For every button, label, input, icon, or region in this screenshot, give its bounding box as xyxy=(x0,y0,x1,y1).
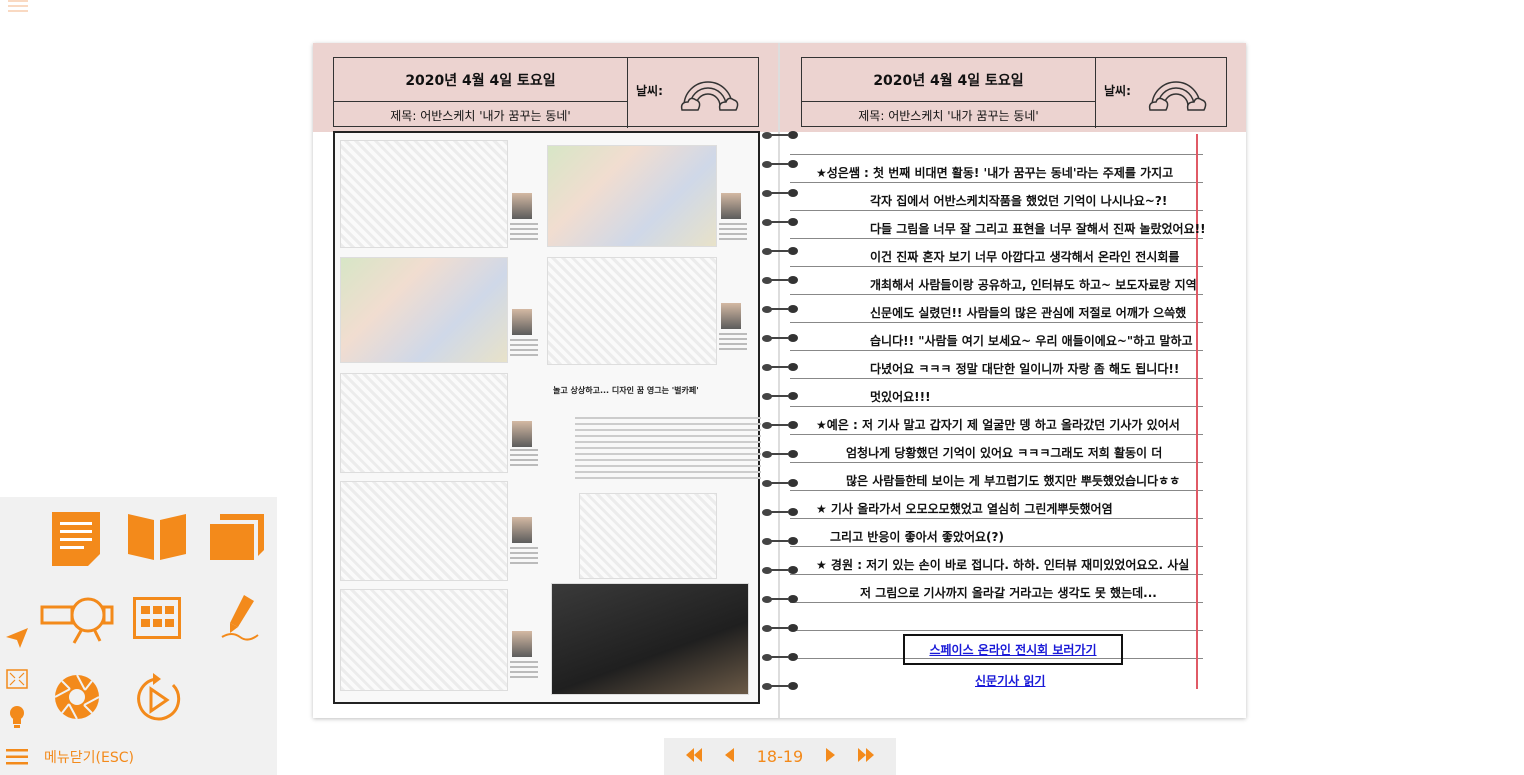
avatar xyxy=(512,421,532,447)
first-page-button[interactable] xyxy=(685,748,702,765)
text-line: 이건 진짜 혼자 보기 너무 아깝다고 생각해서 온라인 전시회를 xyxy=(870,250,1180,264)
exhibition-link[interactable]: 스페이스 온라인 전시회 보러가기 xyxy=(929,641,1096,658)
menu-icon xyxy=(6,749,28,765)
rainbow-cloud-icon xyxy=(680,81,739,111)
article-link[interactable]: 신문기사 읽기 xyxy=(975,672,1045,689)
avatar xyxy=(512,193,532,219)
avatar xyxy=(721,303,741,329)
double-chevron-right-icon xyxy=(858,748,875,762)
left-weather-label: 날씨: xyxy=(636,84,663,98)
left-title: 제목: 어반스케치 '내가 꿈꾸는 동네' xyxy=(334,102,628,128)
caret-right-icon xyxy=(826,748,836,762)
text-line: 습니다!! "사람들 여기 보세요~ 우리 애들이에요~"하고 말하고 xyxy=(870,334,1193,348)
text-line: 그리고 반응이 좋아서 좋았어요(?) xyxy=(830,530,1004,544)
photo-students xyxy=(551,583,749,695)
rainbow-cloud-icon xyxy=(1148,81,1207,111)
prev-page-button[interactable] xyxy=(724,748,734,765)
spiral-binding xyxy=(762,129,802,699)
left-date: 2020년 4월 4일 토요일 xyxy=(334,58,628,102)
lightbulb-icon[interactable] xyxy=(8,705,26,729)
margin-line xyxy=(1196,134,1198,689)
book-open-icon[interactable] xyxy=(128,514,186,560)
avatar xyxy=(721,193,741,219)
exhibition-link-box[interactable]: 스페이스 온라인 전시회 보러가기 xyxy=(903,634,1123,665)
text-line: 엄청나게 당황했던 기억이 있어요 ㅋㅋㅋ그래도 저희 활동이 더 xyxy=(846,446,1163,460)
text-line: 저 그림으로 기사까지 올라갈 거라고는 생각도 못 했는데... xyxy=(860,586,1157,600)
page-number[interactable]: 18-19 xyxy=(757,747,804,766)
sketch-4 xyxy=(547,257,717,365)
text-line: ★ 기사 올라가서 오모오모했었고 열심히 그린게뿌듯했어염 xyxy=(816,502,1113,516)
right-title: 제목: 어반스케치 '내가 꿈꾸는 동네' xyxy=(802,102,1096,128)
caret-left-icon xyxy=(724,748,734,762)
sketch-1 xyxy=(340,140,508,248)
magnifier-icon[interactable] xyxy=(40,597,114,645)
caption xyxy=(510,223,538,243)
document-icon[interactable] xyxy=(52,512,100,566)
left-page: 2020년 4월 4일 토요일 제목: 어반스케치 '내가 꿈꾸는 동네' 날씨… xyxy=(313,43,779,718)
artwork-collage: 놀고 상상하고... 디자인 꿈 영그는 '벌카페' xyxy=(333,131,761,704)
caption xyxy=(510,547,538,567)
left-diary-header: 2020년 4월 4일 토요일 제목: 어반스케치 '내가 꿈꾸는 동네' 날씨… xyxy=(333,57,759,128)
text-line: ★성은쌤 : 첫 번째 비대면 활동! '내가 꿈꾸는 동네'라는 주제를 가지… xyxy=(816,166,1174,180)
sketch-3 xyxy=(340,257,508,363)
next-page-button[interactable] xyxy=(826,748,836,765)
avatar xyxy=(512,309,532,335)
text-line: 많은 사람들한테 보이는 게 부끄럽기도 했지만 뿌듯했었습니다ㅎㅎ xyxy=(846,474,1181,488)
last-page-button[interactable] xyxy=(858,748,875,765)
text-line: 각자 집에서 어반스케치작품을 했었던 기억이 나시나요~?! xyxy=(870,194,1168,208)
right-date: 2020년 4월 4일 토요일 xyxy=(802,58,1096,102)
double-chevron-left-icon xyxy=(685,748,702,762)
camera-shutter-icon[interactable] xyxy=(54,674,100,720)
pen-icon[interactable] xyxy=(220,595,260,641)
pages-icon[interactable] xyxy=(210,514,264,560)
text-line: ★예은 : 저 기사 말고 갑자기 제 얼굴만 뎅 하고 올라갔던 기사가 있어… xyxy=(816,418,1180,432)
news-headline: 놀고 상상하고... 디자인 꿈 영그는 '벌카페' xyxy=(553,386,699,395)
text-line: 신문에도 실렸던!! 사람들의 많은 관심에 저절로 어깨가 으쓱했 xyxy=(870,306,1187,320)
caption xyxy=(719,223,747,243)
fullscreen-icon[interactable] xyxy=(6,669,28,689)
text-line: 다들 그림을 너무 잘 그리고 표현을 너무 잘해서 진짜 놀랐었어요!! xyxy=(870,222,1206,236)
sketch-6 xyxy=(340,481,508,581)
side-menu: 메뉴닫기(ESC) xyxy=(0,497,277,775)
flipbook: 2020년 4월 4일 토요일 제목: 어반스케치 '내가 꿈꾸는 동네' 날씨… xyxy=(313,43,1246,718)
sketch-7 xyxy=(340,589,508,691)
newspaper-photos xyxy=(579,493,717,579)
right-diary-header: 2020년 4월 4일 토요일 제목: 어반스케치 '내가 꿈꾸는 동네' 날씨… xyxy=(801,57,1227,128)
caption xyxy=(510,339,538,359)
text-line: 개최해서 사람들이랑 공유하고, 인터뷰도 하고~ 보도자료랑 지역 xyxy=(870,278,1197,292)
text-line: 멋있어요!!! xyxy=(870,390,931,404)
page-navigator: 18-19 xyxy=(664,738,896,775)
news-body xyxy=(575,417,761,483)
caption xyxy=(719,333,747,353)
avatar xyxy=(512,631,532,657)
caption xyxy=(510,449,538,469)
avatar xyxy=(512,517,532,543)
menu-close-button[interactable]: 메뉴닫기(ESC) xyxy=(6,747,134,767)
text-line: ★ 경원 : 저기 있는 손이 바로 접니다. 하하. 인터뷰 재미있었어요오.… xyxy=(816,558,1190,572)
send-icon[interactable] xyxy=(6,628,28,648)
menu-close-label: 메뉴닫기(ESC) xyxy=(44,750,134,766)
sketch-2 xyxy=(547,145,717,247)
sketch-5 xyxy=(340,373,508,473)
right-page: 2020년 4월 4일 토요일 제목: 어반스케치 '내가 꿈꾸는 동네' 날씨… xyxy=(780,43,1246,718)
autoplay-icon[interactable] xyxy=(133,673,181,723)
caption xyxy=(510,661,538,681)
top-menu-icon[interactable] xyxy=(8,0,28,14)
right-weather-label: 날씨: xyxy=(1104,84,1131,98)
grid-icon[interactable] xyxy=(133,597,181,639)
text-line: 다녔어요 ㅋㅋㅋ 정말 대단한 일이니까 자랑 좀 해도 됩니다!! xyxy=(870,362,1180,376)
